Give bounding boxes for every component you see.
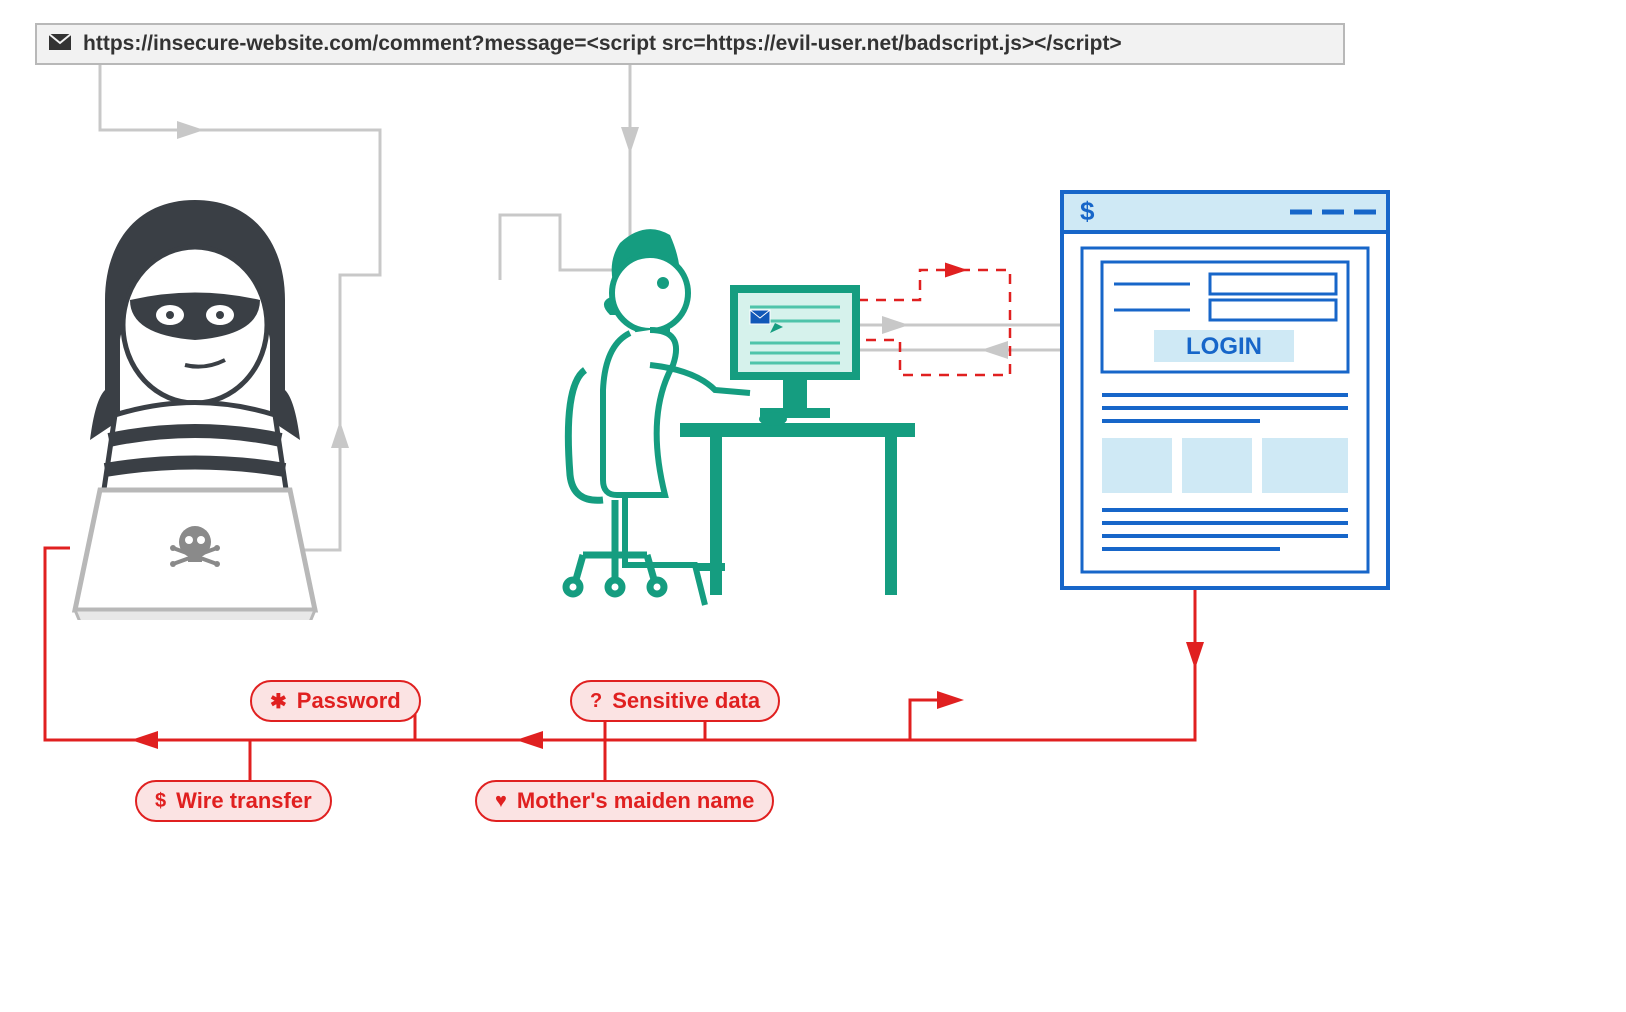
- pill-label: Wire transfer: [176, 788, 312, 814]
- pill-sensitive-data: ? Sensitive data: [570, 680, 780, 722]
- malicious-url-bar: https://insecure-website.com/comment?mes…: [35, 23, 1345, 65]
- heart-icon: ♥: [495, 790, 507, 813]
- mail-icon: [49, 34, 71, 55]
- asterisk-icon: ✱: [270, 689, 287, 714]
- pill-wire-transfer: $ Wire transfer: [135, 780, 332, 822]
- login-button-label: LOGIN: [1186, 333, 1262, 360]
- target-website-window: $ LOGIN: [1060, 190, 1390, 590]
- pill-password: ✱ Password: [250, 680, 421, 722]
- url-text: https://insecure-website.com/comment?mes…: [83, 32, 1122, 56]
- victim-figure: [555, 215, 915, 615]
- question-icon: ?: [590, 690, 602, 713]
- pill-label: Mother's maiden name: [517, 788, 755, 814]
- svg-text:$: $: [1080, 196, 1095, 226]
- dollar-icon: $: [155, 790, 166, 813]
- pill-label: Password: [297, 688, 401, 714]
- pill-label: Sensitive data: [612, 688, 760, 714]
- pill-mothers-maiden-name: ♥ Mother's maiden name: [475, 780, 774, 822]
- attacker-figure: [55, 190, 335, 620]
